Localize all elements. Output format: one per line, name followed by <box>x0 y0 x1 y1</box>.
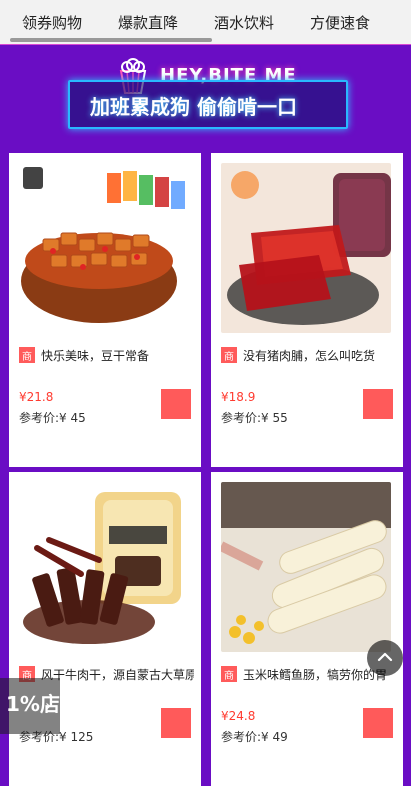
buy-button[interactable] <box>363 389 393 419</box>
product-grid: 商 快乐美味，豆干常备 ¥21.8 参考价:¥ 45 商 没有猪肉脯，怎么叫吃货… <box>0 150 411 786</box>
reference-price: 参考价:¥ 45 <box>19 411 86 425</box>
tab-coupon-shopping[interactable]: 领券购物 <box>0 12 96 33</box>
store-badge: 商 <box>221 666 237 682</box>
product-image <box>19 163 189 333</box>
beef-jerky-illustration <box>19 482 189 652</box>
product-name: 商 快乐美味，豆干常备 <box>19 346 194 364</box>
product-image <box>19 482 189 652</box>
shop-floating-label: 1%店 <box>6 692 60 716</box>
product-title: 没有猪肉脯，怎么叫吃货 <box>243 348 376 363</box>
product-price: ¥24.8 <box>221 709 256 723</box>
back-to-top-button[interactable] <box>367 640 403 676</box>
product-price: ¥18.9 <box>221 390 256 404</box>
reference-price: 参考价:¥ 49 <box>221 730 288 744</box>
product-image <box>221 482 391 652</box>
tab-drinks[interactable]: 酒水饮料 <box>192 12 288 33</box>
product-price: ¥21.8 <box>19 390 54 404</box>
banner-subtitle: 加班累成狗 偷偷啃一口 <box>90 95 297 119</box>
product-title: 玉米味鳕鱼肠，犒劳你的胃 <box>243 667 388 682</box>
product-card[interactable]: 商 玉米味鳕鱼肠，犒劳你的胃 ¥24.8 参考价:¥ 49 <box>211 472 403 786</box>
product-card[interactable]: 商 没有猪肉脯，怎么叫吃货 ¥18.9 参考价:¥ 55 <box>211 153 403 467</box>
buy-button[interactable] <box>161 389 191 419</box>
pork-jerky-illustration <box>221 163 391 333</box>
tab-hot-deals[interactable]: 爆款直降 <box>96 12 192 33</box>
store-badge: 商 <box>221 347 237 363</box>
chevron-right-icon: › <box>45 696 52 715</box>
product-title: 风干牛肉干，源自蒙古大草原 <box>41 667 194 682</box>
category-tabs: 领券购物 爆款直降 酒水饮料 方便速食 <box>0 0 411 45</box>
chevron-up-icon <box>377 652 393 662</box>
shop-floating-button[interactable]: 1%店 › <box>0 678 60 734</box>
store-badge: 商 <box>19 347 35 363</box>
tab-instant-food[interactable]: 方便速食 <box>288 12 384 33</box>
product-image <box>221 163 391 333</box>
product-card[interactable]: 商 风干牛肉干，源自蒙古大草原 参考价:¥ 125 <box>9 472 201 786</box>
reference-price: 参考价:¥ 55 <box>221 411 288 425</box>
tofu-snack-illustration <box>19 163 189 333</box>
product-card[interactable]: 商 快乐美味，豆干常备 ¥21.8 参考价:¥ 45 <box>9 153 201 467</box>
fish-sausage-illustration <box>221 482 391 652</box>
product-name: 商 没有猪肉脯，怎么叫吃货 <box>221 346 396 364</box>
tab-scroll-indicator <box>10 38 212 42</box>
product-title: 快乐美味，豆干常备 <box>41 348 150 363</box>
promo-banner[interactable]: HEY,BITE ME 加班累成狗 偷偷啃一口 <box>0 45 411 149</box>
